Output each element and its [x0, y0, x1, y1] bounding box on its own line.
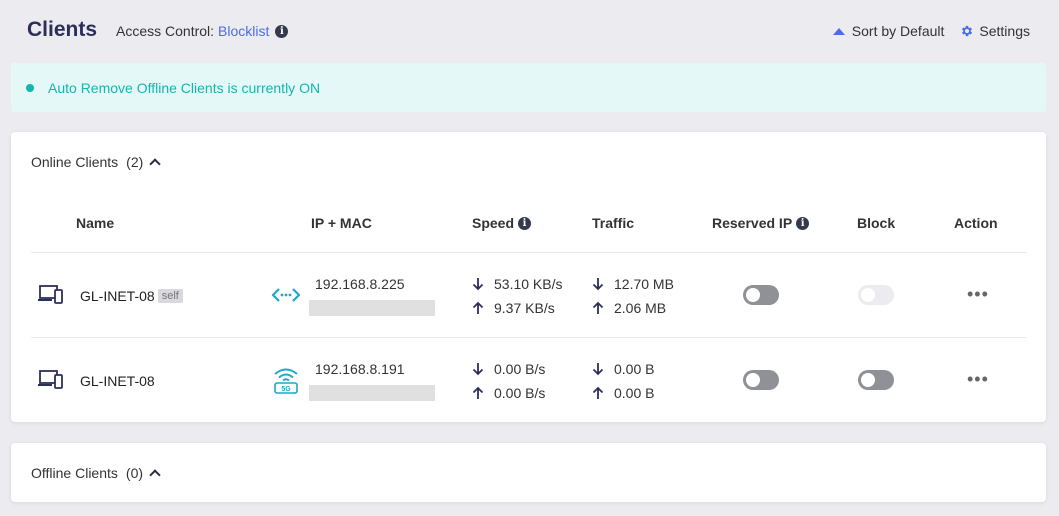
- speed-up: 9.37 KB/s: [472, 300, 555, 316]
- client-name: GL-INET-08: [80, 373, 155, 389]
- online-clients-title: Online Clients: [31, 154, 119, 170]
- speed-up-value: 0.00 B/s: [494, 385, 546, 401]
- traffic-up: 0.00 B: [592, 385, 654, 401]
- client-name: GL-INET-08 self: [80, 288, 183, 304]
- info-icon[interactable]: i: [518, 216, 532, 230]
- traffic-up-value: 2.06 MB: [614, 300, 667, 316]
- speed-down-value: 0.00 B/s: [494, 361, 546, 377]
- arrow-up-icon: [592, 386, 604, 400]
- device-icon: [38, 285, 64, 310]
- block-toggle[interactable]: [858, 370, 894, 390]
- ethernet-icon: [271, 286, 301, 309]
- device-icon: [38, 370, 64, 395]
- traffic-down-value: 0.00 B: [614, 361, 655, 377]
- more-actions-button[interactable]: •••: [967, 370, 989, 388]
- banner-text: Auto Remove Offline Clients is currently…: [48, 79, 321, 96]
- access-control-link[interactable]: Blocklist: [218, 23, 269, 39]
- info-icon[interactable]: i: [275, 24, 289, 38]
- sort-button[interactable]: Sort by Default: [832, 23, 945, 39]
- access-control: Access Control: Blocklist i: [116, 23, 289, 39]
- page-header: Clients Access Control: Blocklist i Sort…: [0, 0, 1059, 62]
- online-clients-toggle[interactable]: Online Clients (2): [31, 154, 161, 170]
- speed-down-value: 53.10 KB/s: [494, 276, 563, 292]
- offline-clients-toggle[interactable]: Offline Clients (0): [31, 465, 161, 481]
- speed-up-value: 9.37 KB/s: [494, 300, 555, 316]
- client-ip: 192.168.8.225: [315, 276, 405, 292]
- offline-clients-title: Offline Clients: [31, 465, 118, 481]
- page-title: Clients: [27, 18, 98, 41]
- sort-label: Sort by Default: [851, 23, 945, 39]
- wifi-5g-label: 5G: [281, 386, 291, 393]
- traffic-down-value: 12.70 MB: [614, 276, 674, 292]
- online-clients-card: Online Clients (2) Name IP + MAC Speed i…: [11, 132, 1046, 422]
- arrow-down-icon: [472, 362, 484, 376]
- auto-remove-banner: Auto Remove Offline Clients is currently…: [11, 63, 1046, 112]
- self-badge: self: [157, 289, 183, 303]
- settings-button[interactable]: Settings: [960, 23, 1030, 39]
- access-control-label: Access Control:: [116, 23, 215, 39]
- offline-clients-count: (0): [125, 465, 144, 481]
- block-toggle: [858, 285, 894, 305]
- gear-icon: [960, 24, 974, 38]
- reserved-ip-toggle[interactable]: [743, 285, 779, 305]
- column-header-action: Action: [954, 215, 998, 231]
- traffic-down: 12.70 MB: [592, 276, 674, 292]
- traffic-up-value: 0.00 B: [614, 385, 655, 401]
- sort-icon: [832, 27, 845, 35]
- client-ip: 192.168.8.191: [315, 361, 405, 377]
- arrow-up-icon: [592, 301, 604, 315]
- wifi-5g-icon: 5G: [272, 366, 300, 399]
- settings-label: Settings: [979, 23, 1030, 39]
- column-header-speed: Speed i: [472, 215, 532, 231]
- chevron-up-icon: [149, 158, 161, 170]
- arrow-up-icon: [472, 386, 484, 400]
- traffic-down: 0.00 B: [592, 361, 654, 377]
- client-mac-redacted: [309, 385, 435, 401]
- speed-up: 0.00 B/s: [472, 385, 545, 401]
- column-header-traffic: Traffic: [592, 215, 635, 231]
- header-actions: Sort by Default Settings: [832, 23, 1030, 39]
- info-icon[interactable]: i: [796, 216, 810, 230]
- arrow-down-icon: [592, 277, 604, 291]
- traffic-up: 2.06 MB: [592, 300, 666, 316]
- column-header-block: Block: [857, 215, 896, 231]
- more-actions-button[interactable]: •••: [967, 285, 989, 303]
- arrow-down-icon: [592, 362, 604, 376]
- table-row: GL-INET-08 5G 192.168.8.191 0.00 B/s 0.0…: [11, 338, 1046, 422]
- column-header-speed-label: Speed: [472, 215, 515, 231]
- column-header-name: Name: [76, 215, 115, 231]
- arrow-up-icon: [472, 301, 484, 315]
- chevron-up-icon: [149, 469, 161, 481]
- online-clients-count: (2): [126, 154, 144, 170]
- offline-clients-card: Offline Clients (0): [11, 443, 1046, 502]
- client-mac-redacted: [309, 300, 435, 316]
- speed-down: 53.10 KB/s: [472, 276, 563, 292]
- column-header-reserved-ip-label: Reserved IP: [712, 215, 793, 231]
- status-dot-icon: [26, 83, 34, 92]
- column-header-reserved-ip: Reserved IP i: [712, 215, 810, 231]
- reserved-ip-toggle[interactable]: [743, 370, 779, 390]
- speed-down: 0.00 B/s: [472, 361, 545, 377]
- client-name-text: GL-INET-08: [80, 288, 155, 304]
- table-row: GL-INET-08 self 192.168.8.225 53.10 KB/s…: [11, 253, 1046, 337]
- arrow-down-icon: [472, 277, 484, 291]
- column-header-ip-mac: IP + MAC: [311, 215, 372, 231]
- client-name-text: GL-INET-08: [80, 373, 155, 389]
